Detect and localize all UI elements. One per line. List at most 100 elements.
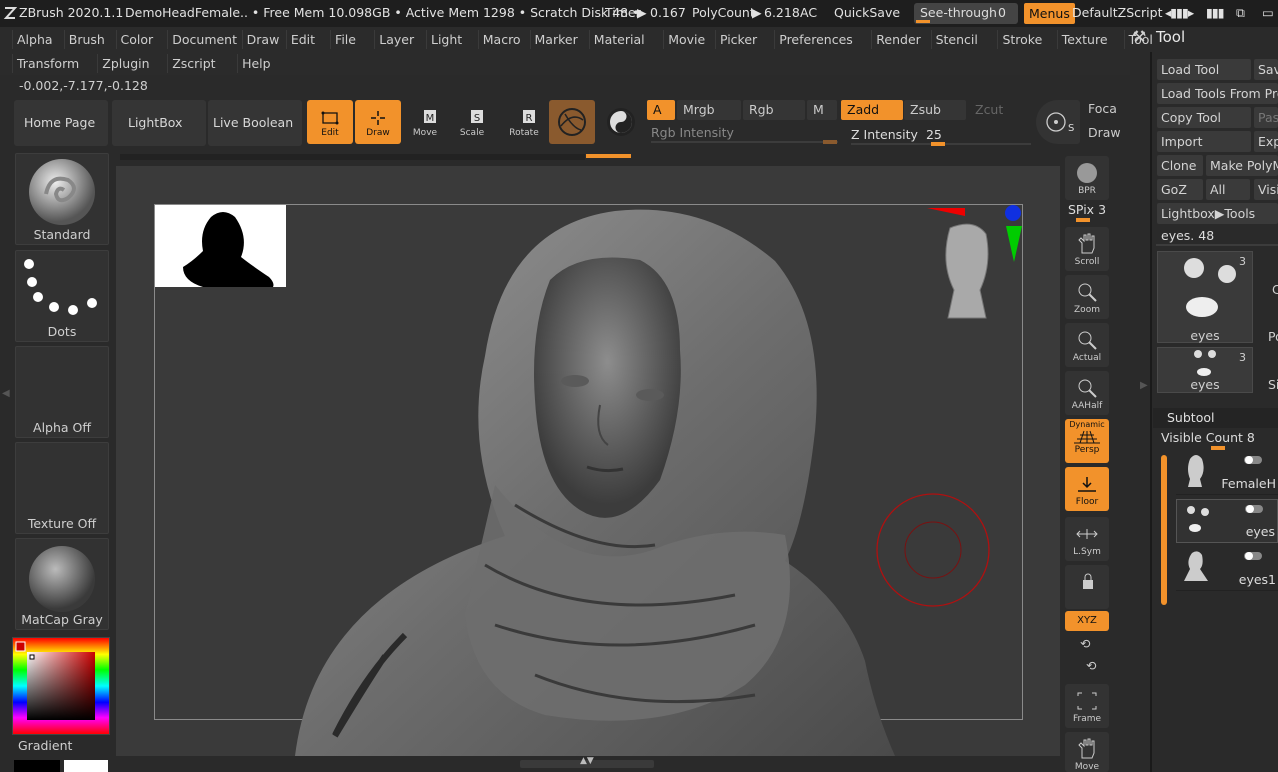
bpr-render-button[interactable]: BPR bbox=[1065, 156, 1109, 200]
layout-slider2-icon[interactable]: ▮▮▮ bbox=[1206, 5, 1225, 20]
material-selector[interactable]: MatCap Gray bbox=[15, 538, 109, 630]
z-rotate-icon[interactable]: ⟲ bbox=[1086, 658, 1096, 673]
edit-mode-button[interactable]: Edit bbox=[307, 100, 353, 144]
secondary-color-swatch[interactable] bbox=[64, 760, 108, 772]
subtool-item-eyes1[interactable]: eyes1 bbox=[1176, 547, 1278, 591]
subtool-header[interactable]: Subtool bbox=[1153, 408, 1278, 428]
bottom-tray-handle[interactable]: ▲▼ bbox=[520, 756, 654, 768]
visibility-toggle[interactable] bbox=[1244, 456, 1262, 464]
current-tool-slider[interactable] bbox=[1156, 244, 1278, 246]
lock-button[interactable] bbox=[1065, 565, 1109, 609]
m-toggle[interactable]: M bbox=[807, 100, 837, 120]
load-tools-from-project-button[interactable]: Load Tools From Pro bbox=[1157, 83, 1278, 104]
symmetry-button[interactable] bbox=[598, 100, 644, 144]
clone-button[interactable]: Clone bbox=[1157, 155, 1203, 176]
persp-button[interactable]: Dynamic Persp bbox=[1065, 419, 1109, 463]
menu-document[interactable]: Document bbox=[167, 30, 241, 49]
visible-button[interactable]: Visi bbox=[1254, 179, 1278, 200]
quicksave-button[interactable]: QuickSave bbox=[834, 5, 900, 20]
actual-button[interactable]: Actual bbox=[1065, 323, 1109, 367]
local-symmetry-button[interactable]: L.Sym bbox=[1065, 517, 1109, 561]
lightbox-button[interactable]: LightBox bbox=[112, 100, 206, 146]
copy-tool-button[interactable]: Copy Tool bbox=[1157, 107, 1251, 128]
all-button[interactable]: All bbox=[1206, 179, 1250, 200]
menu-alpha[interactable]: Alpha bbox=[12, 30, 57, 49]
head-sculpt-mesh[interactable] bbox=[155, 205, 1022, 756]
make-polymesh-button[interactable]: Make PolyM bbox=[1206, 155, 1278, 176]
current-tool-name[interactable]: eyes. 48 bbox=[1161, 228, 1214, 243]
right-tray-arrow-icon[interactable]: ▶ bbox=[1140, 380, 1148, 391]
zoom-button[interactable]: Zoom bbox=[1065, 275, 1109, 319]
rgb-intensity-slider[interactable]: Rgb Intensity bbox=[651, 123, 838, 144]
load-tool-button[interactable]: Load Tool bbox=[1157, 59, 1251, 80]
tool-panel-header[interactable]: ⚒ Tool bbox=[1130, 26, 1278, 50]
mrgb-toggle[interactable]: Mrgb bbox=[677, 100, 741, 120]
floor-button[interactable]: Floor bbox=[1065, 467, 1109, 511]
rgb-toggle[interactable]: Rgb bbox=[743, 100, 805, 120]
visibility-toggle[interactable] bbox=[1245, 505, 1263, 513]
local-transform-button[interactable]: S bbox=[1036, 100, 1080, 144]
menu-material[interactable]: Material bbox=[588, 30, 649, 49]
subtool-item-female-head[interactable]: FemaleH bbox=[1176, 451, 1278, 495]
menu-zscript[interactable]: Zscript bbox=[167, 54, 219, 73]
menu-layer[interactable]: Layer bbox=[374, 30, 418, 49]
focal-shift-label[interactable]: Foca bbox=[1088, 101, 1117, 116]
left-tray-arrow-icon[interactable]: ◀ bbox=[2, 388, 10, 399]
tool-thumbnail-eyes-2[interactable]: 3 eyes bbox=[1157, 347, 1253, 393]
move-mode-button[interactable]: M Move bbox=[402, 100, 448, 144]
menu-light[interactable]: Light bbox=[426, 30, 466, 49]
scroll-button[interactable]: Scroll bbox=[1065, 227, 1109, 271]
menu-movie[interactable]: Movie bbox=[663, 30, 709, 49]
ac-button[interactable]: AC bbox=[800, 5, 817, 20]
live-boolean-button[interactable]: Live Boolean bbox=[208, 100, 302, 146]
xyz-rotate-button[interactable]: XYZ bbox=[1065, 611, 1109, 631]
default-zscript-button[interactable]: DefaultZScript bbox=[1072, 5, 1163, 20]
menus-button[interactable]: Menus bbox=[1024, 3, 1075, 24]
subtool-scrollbar[interactable] bbox=[1161, 455, 1167, 605]
menu-macro[interactable]: Macro bbox=[477, 30, 525, 49]
goz-button[interactable]: GoZ bbox=[1157, 179, 1203, 200]
home-page-button[interactable]: Home Page bbox=[14, 100, 108, 146]
alpha-channel-toggle[interactable]: A bbox=[647, 100, 675, 120]
texture-selector[interactable]: Texture Off bbox=[15, 442, 109, 534]
subtool-item-eyes[interactable]: eyes bbox=[1176, 499, 1278, 543]
menu-render[interactable]: Render bbox=[871, 30, 925, 49]
menu-file[interactable]: File bbox=[330, 30, 360, 49]
zadd-toggle[interactable]: Zadd bbox=[841, 100, 903, 120]
menu-texture[interactable]: Texture bbox=[1056, 30, 1112, 49]
menu-color[interactable]: Color bbox=[115, 30, 158, 49]
material-sphere-button[interactable] bbox=[549, 100, 595, 144]
menu-draw[interactable]: Draw bbox=[241, 30, 284, 49]
frame-button[interactable]: Frame bbox=[1065, 684, 1109, 728]
tool-thumbnail-eyes[interactable]: 3 eyes bbox=[1157, 251, 1253, 343]
menu-stencil[interactable]: Stencil bbox=[930, 30, 982, 49]
import-button[interactable]: Import bbox=[1157, 131, 1251, 152]
menu-help[interactable]: Help bbox=[237, 54, 275, 73]
spix-slider[interactable]: SPix 3 bbox=[1068, 202, 1106, 217]
see-through-slider[interactable]: See-through 0 bbox=[914, 3, 1018, 24]
window-minimize-icon[interactable]: ▭ bbox=[1262, 5, 1274, 20]
stroke-selector[interactable]: Dots bbox=[15, 250, 109, 342]
export-button[interactable]: Exp bbox=[1254, 131, 1278, 152]
menu-edit[interactable]: Edit bbox=[285, 30, 319, 49]
navigation-gizmo[interactable] bbox=[920, 200, 1025, 330]
y-rotate-icon[interactable]: ⟲ bbox=[1080, 636, 1090, 651]
visible-count-slider[interactable]: Visible Count 8 bbox=[1161, 430, 1255, 445]
menu-transform[interactable]: Transform bbox=[12, 54, 83, 73]
aahalf-button[interactable]: AAHalf bbox=[1065, 371, 1109, 415]
visibility-toggle[interactable] bbox=[1244, 552, 1262, 560]
main-color-swatch[interactable] bbox=[14, 760, 60, 772]
zcut-toggle[interactable]: Zcut bbox=[969, 100, 1029, 120]
color-picker[interactable] bbox=[12, 637, 110, 735]
zsub-toggle[interactable]: Zsub bbox=[904, 100, 966, 120]
move-view-button[interactable]: Move bbox=[1065, 732, 1109, 772]
paste-tool-button[interactable]: Pas bbox=[1254, 107, 1278, 128]
menu-marker[interactable]: Marker bbox=[529, 30, 582, 49]
lightbox-tools-button[interactable]: Lightbox▶Tools bbox=[1157, 203, 1278, 224]
save-as-button[interactable]: Sav bbox=[1254, 59, 1278, 80]
scale-mode-button[interactable]: S Scale bbox=[449, 100, 495, 144]
menu-preferences[interactable]: Preferences bbox=[774, 30, 857, 49]
window-restore-icon[interactable]: ⧉ bbox=[1236, 5, 1245, 21]
draw-mode-button[interactable]: Draw bbox=[355, 100, 401, 144]
brush-selector[interactable]: Standard bbox=[15, 153, 109, 245]
